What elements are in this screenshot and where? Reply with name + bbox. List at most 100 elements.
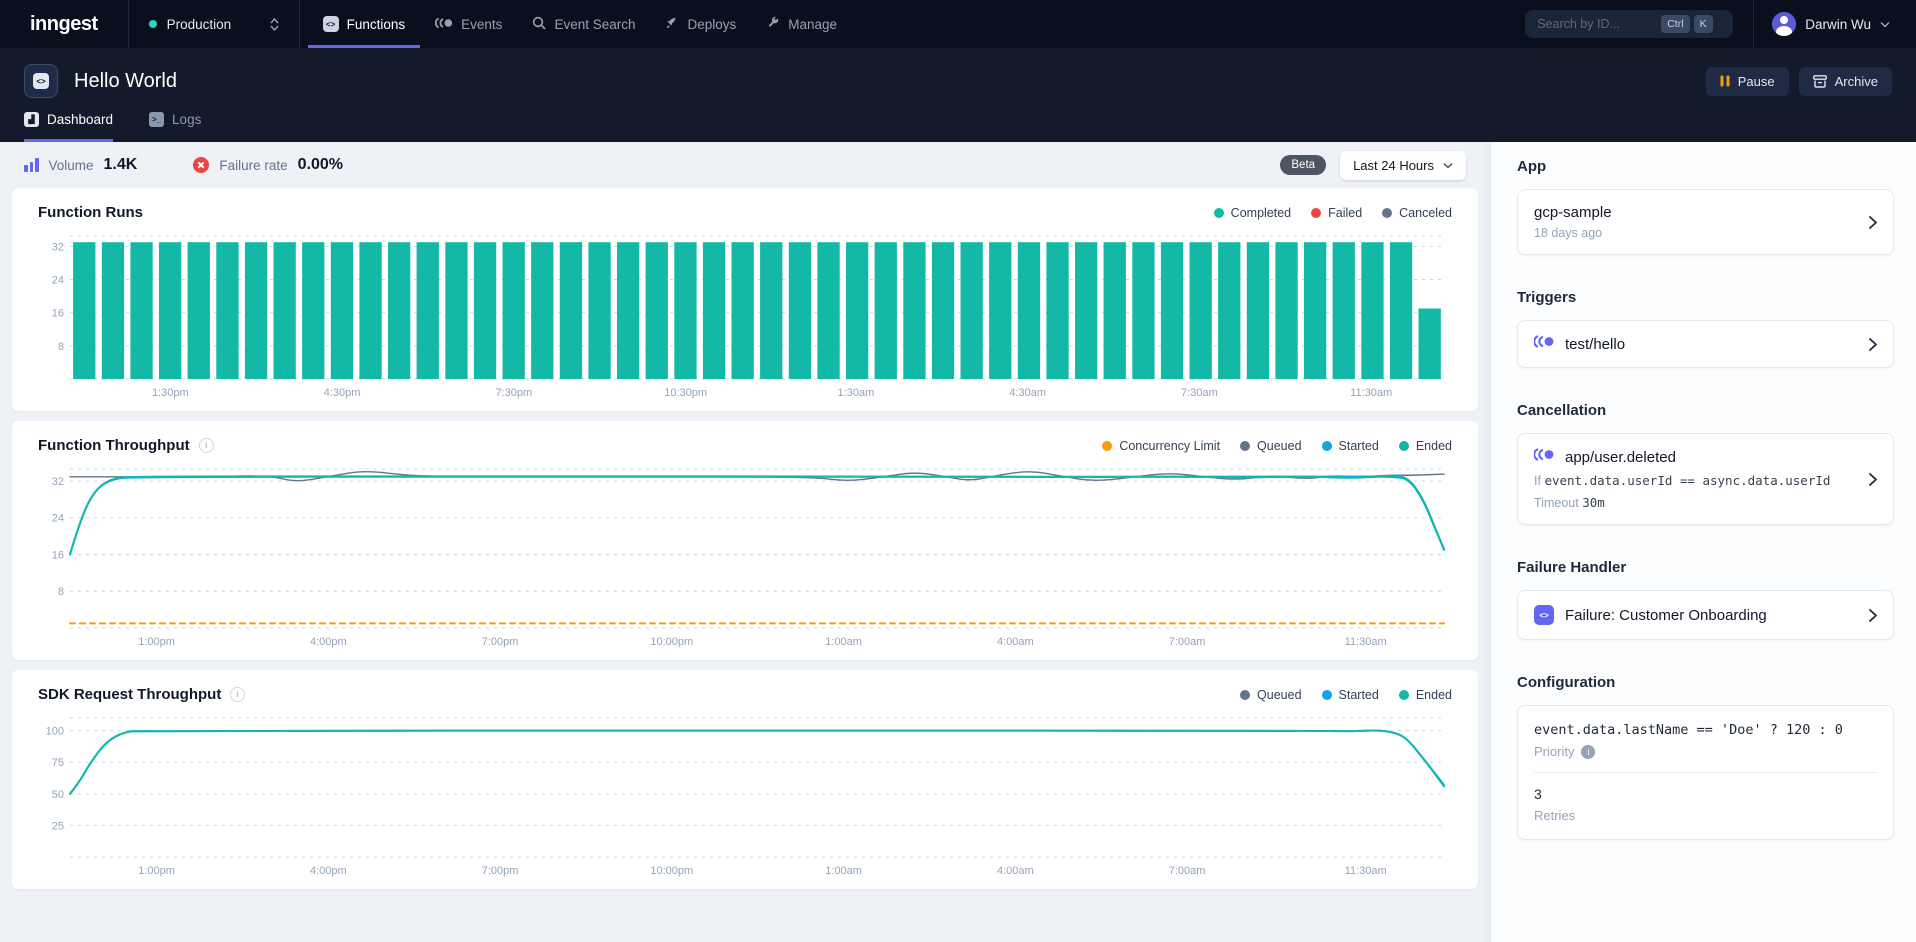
chart-title: SDK Request Throughput (38, 686, 221, 703)
legend-dot (1399, 441, 1409, 451)
priority-expression: event.data.lastName == 'Doe' ? 120 : 0 (1534, 722, 1877, 738)
time-range-dropdown[interactable]: Last 24 Hours (1340, 151, 1466, 180)
info-icon[interactable]: i (230, 687, 245, 702)
tab-dashboard[interactable]: ▟ Dashboard (24, 112, 113, 142)
nav-item-event-search[interactable]: Event Search (517, 0, 650, 48)
chevron-right-icon (1869, 473, 1877, 486)
retries-label: Retries (1534, 808, 1877, 823)
legend-item: Completed (1214, 206, 1291, 220)
timeout-value: 30m (1582, 495, 1605, 510)
environment-selector[interactable]: Production (128, 0, 300, 48)
search-input[interactable] (1537, 17, 1657, 31)
app-card[interactable]: gcp-sample 18 days ago (1517, 189, 1894, 255)
svg-text:4:30am: 4:30am (1009, 387, 1046, 399)
chevron-right-icon (1869, 216, 1877, 229)
nav-item-deploys[interactable]: Deploys (650, 0, 751, 48)
section-title-cancellation: Cancellation (1517, 402, 1894, 419)
nav-item-functions[interactable]: <> Functions (308, 0, 421, 48)
nav-item-manage[interactable]: Manage (751, 0, 852, 48)
app-updated: 18 days ago (1534, 226, 1612, 240)
volume-label: Volume (49, 158, 94, 173)
svg-text:8: 8 (58, 586, 64, 598)
inngest-logo[interactable]: inngest (0, 0, 128, 48)
kbd-k: K (1694, 15, 1713, 33)
svg-text:8: 8 (58, 341, 64, 353)
legend-dot (1399, 690, 1409, 700)
cancellation-card[interactable]: app/user.deleted If event.data.userId ==… (1517, 433, 1894, 525)
nav-right: Ctrl K Darwin Wu (1525, 0, 1916, 48)
chevron-down-icon (1880, 21, 1890, 28)
failure-rate-label: Failure rate (219, 158, 287, 173)
cancellation-timeout: Timeout 30m (1534, 495, 1830, 510)
kbd-ctrl: Ctrl (1661, 15, 1689, 33)
function-tabs: ▟ Dashboard >_ Logs (24, 112, 1892, 142)
svg-text:24: 24 (52, 513, 64, 525)
function-runs-card: Function Runs CompletedFailedCanceled 32… (12, 188, 1478, 411)
legend-dot (1382, 208, 1392, 218)
events-icon (435, 17, 453, 32)
svg-text:10:00pm: 10:00pm (650, 865, 693, 877)
svg-text:4:00pm: 4:00pm (310, 636, 347, 648)
section-title-failure-handler: Failure Handler (1517, 559, 1894, 576)
section-title-app: App (1517, 158, 1894, 175)
svg-text:1:00pm: 1:00pm (138, 636, 175, 648)
function-header: <> Hello World Pause Archive ▟ Dashboard… (0, 48, 1916, 142)
svg-text:10:30pm: 10:30pm (664, 387, 707, 399)
function-icon-badge: <> (24, 64, 58, 98)
pause-icon (1720, 75, 1730, 87)
archive-button[interactable]: Archive (1799, 67, 1892, 96)
svg-text:7:00pm: 7:00pm (482, 636, 519, 648)
user-menu[interactable]: Darwin Wu (1772, 12, 1916, 36)
svg-text:50: 50 (52, 789, 64, 801)
function-throughput-legend: Concurrency LimitQueuedStartedEnded (1102, 439, 1452, 453)
svg-text:4:00am: 4:00am (997, 636, 1034, 648)
svg-text:100: 100 (46, 726, 64, 738)
cancellation-section: Cancellation app/user.deleted If event.d… (1517, 402, 1894, 525)
svg-text:11:30am: 11:30am (1345, 636, 1387, 648)
pause-button[interactable]: Pause (1706, 67, 1789, 96)
failure-handler-card[interactable]: <> Failure: Customer Onboarding (1517, 590, 1894, 640)
chevron-right-icon (1869, 338, 1877, 351)
dashboard-chart-icon: ▟ (24, 112, 39, 127)
svg-text:1:30pm: 1:30pm (152, 387, 189, 399)
chart-title: Function Runs (38, 204, 143, 221)
trigger-event-name: test/hello (1565, 336, 1625, 353)
condition-expression: event.data.userId == async.data.userId (1544, 473, 1830, 488)
configuration-section: Configuration event.data.lastName == 'Do… (1517, 674, 1894, 840)
legend-dot (1240, 441, 1250, 451)
avatar (1772, 12, 1796, 36)
legend-item: Started (1322, 439, 1379, 453)
divider (1753, 0, 1754, 48)
retries-value: 3 (1534, 786, 1877, 802)
info-icon[interactable]: i (1581, 745, 1595, 759)
code-icon: <> (33, 73, 49, 89)
triggers-section: Triggers test/hello (1517, 289, 1894, 368)
trigger-card[interactable]: test/hello (1517, 320, 1894, 368)
nav-item-events[interactable]: Events (420, 0, 517, 48)
environment-label: Production (167, 17, 232, 32)
rocket-icon (665, 16, 679, 33)
top-nav: inngest Production <> Functions Events E… (0, 0, 1916, 48)
failure-rate-value: 0.00% (298, 156, 343, 174)
sdk-request-throughput-chart[interactable]: 1007550251:00pm4:00pm7:00pm10:00pm1:00am… (38, 713, 1452, 881)
volume-value: 1.4K (104, 156, 138, 174)
chevron-updown-icon (270, 18, 279, 31)
beta-badge: Beta (1280, 155, 1326, 175)
legend-dot (1214, 208, 1224, 218)
global-search[interactable]: Ctrl K (1525, 10, 1733, 38)
svg-text:1:00am: 1:00am (825, 636, 862, 648)
svg-text:11:30am: 11:30am (1350, 387, 1392, 399)
legend-dot (1311, 208, 1321, 218)
svg-text:4:30pm: 4:30pm (324, 387, 361, 399)
terminal-icon: >_ (149, 112, 164, 127)
svg-text:16: 16 (52, 549, 64, 561)
function-throughput-chart[interactable]: 32241681:00pm4:00pm7:00pm10:00pm1:00am4:… (38, 464, 1452, 652)
info-icon[interactable]: i (199, 438, 214, 453)
svg-text:75: 75 (52, 757, 64, 769)
app-section: App gcp-sample 18 days ago (1517, 158, 1894, 255)
tab-logs[interactable]: >_ Logs (149, 112, 201, 142)
section-title-triggers: Triggers (1517, 289, 1894, 306)
nav-tabs: <> Functions Events Event Search Deploys (308, 0, 852, 48)
function-runs-chart[interactable]: 32241681:30pm4:30pm7:30pm10:30pm1:30am4:… (38, 231, 1452, 403)
user-name: Darwin Wu (1805, 17, 1871, 32)
